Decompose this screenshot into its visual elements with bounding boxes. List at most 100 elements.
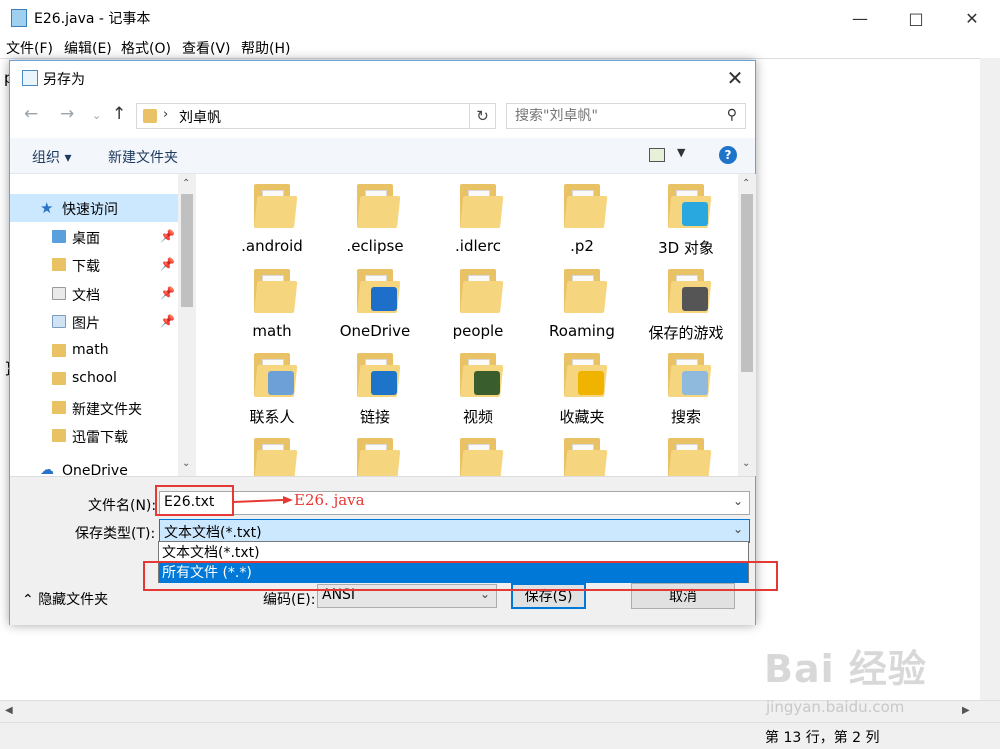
scroll-up-icon[interactable]: ⌃ — [182, 178, 190, 189]
folder-icon — [254, 438, 298, 476]
file-item-partial[interactable] — [222, 428, 322, 476]
file-item[interactable]: .android — [222, 174, 322, 260]
file-label: 视频 — [462, 408, 493, 426]
nav-item-pictures[interactable]: 图片 📌 — [10, 308, 178, 336]
file-item[interactable]: .p2 — [532, 174, 632, 260]
editor-vertical-scrollbar[interactable] — [980, 58, 1000, 700]
menu-help[interactable]: 帮助(H) — [241, 38, 290, 58]
file-item-partial[interactable] — [428, 428, 528, 476]
scroll-right-icon[interactable]: ▶ — [962, 705, 970, 716]
pin-icon[interactable]: 📌 — [160, 257, 175, 271]
nav-item-new-folder[interactable]: 新建文件夹 — [10, 394, 178, 422]
up-arrow-icon[interactable]: ↑ — [112, 104, 126, 124]
folder-icon — [254, 269, 298, 313]
menu-format[interactable]: 格式(O) — [121, 38, 171, 58]
close-window-button[interactable]: ✕ — [944, 0, 1000, 36]
nav-item-onedrive[interactable]: ☁ OneDrive — [10, 458, 178, 476]
scroll-up-icon[interactable]: ⌃ — [742, 178, 750, 189]
nav-pane-scrollbar[interactable]: ⌃ ⌄ — [178, 174, 196, 476]
file-item[interactable]: 链接 — [325, 343, 425, 429]
nav-item-desktop[interactable]: 桌面 📌 — [10, 223, 178, 251]
chevron-down-icon[interactable]: ⌄ — [733, 522, 743, 536]
chevron-up-icon: ⌃ — [22, 592, 34, 608]
onedrive-folder-icon — [357, 269, 401, 313]
search-input[interactable] — [507, 104, 717, 128]
minimize-button[interactable]: — — [832, 0, 888, 36]
scroll-left-icon[interactable]: ◀ — [5, 705, 13, 716]
file-item[interactable]: 视频 — [428, 343, 528, 429]
search-icon[interactable]: ⚲ — [727, 107, 737, 123]
file-item[interactable]: .idlerc — [428, 174, 528, 260]
file-item-partial[interactable] — [532, 428, 632, 476]
file-pane-scrollbar[interactable]: ⌃ ⌄ — [738, 174, 756, 476]
hide-folders-label: 隐藏文件夹 — [38, 592, 109, 608]
refresh-icon[interactable]: ↻ — [470, 103, 496, 129]
contacts-folder-icon — [254, 353, 298, 397]
baidu-watermark: Bai 经验 jingyan.baidu.com — [760, 638, 960, 723]
file-item[interactable]: 联系人 — [222, 343, 322, 429]
menu-edit[interactable]: 编辑(E) — [64, 38, 112, 58]
nav-item-downloads[interactable]: 下载 📌 — [10, 251, 178, 279]
save-type-value[interactable]: 文本文档(*.txt) — [164, 522, 262, 542]
file-item[interactable]: 收藏夹 — [532, 343, 632, 429]
file-label: Roaming — [549, 322, 615, 340]
nav-scroll-thumb[interactable] — [181, 194, 193, 307]
annotation-text: E26. java — [294, 491, 365, 509]
breadcrumb-chevron-icon[interactable]: › — [163, 107, 168, 122]
file-item[interactable]: 搜索 — [636, 343, 736, 429]
file-item[interactable]: OneDrive — [325, 259, 425, 345]
dialog-title: 另存为 — [43, 72, 85, 88]
status-line-col: 第 13 行，第 2 列 — [765, 730, 880, 746]
file-scroll-thumb[interactable] — [741, 194, 753, 372]
nav-item-label: 桌面 — [72, 231, 100, 247]
file-label: 链接 — [359, 408, 390, 426]
view-options-chevron-icon[interactable]: ▼ — [677, 146, 685, 159]
file-item[interactable]: math — [222, 259, 322, 345]
scroll-down-icon[interactable]: ⌄ — [182, 458, 190, 469]
help-icon[interactable]: ? — [719, 146, 737, 164]
file-item[interactable]: 保存的游戏 — [636, 259, 736, 345]
file-item-partial[interactable] — [636, 428, 736, 476]
forward-arrow-icon[interactable]: → — [60, 104, 74, 124]
file-item[interactable]: 3D 对象 — [636, 174, 736, 260]
save-type-option-txt[interactable]: 文本文档(*.txt) — [159, 543, 748, 563]
nav-item-math[interactable]: math — [10, 337, 178, 365]
folder-icon — [357, 438, 401, 476]
chevron-down-icon[interactable]: ⌄ — [733, 494, 743, 508]
folder-icon — [52, 372, 66, 385]
pin-icon[interactable]: 📌 — [160, 286, 175, 300]
scroll-down-icon[interactable]: ⌄ — [742, 458, 750, 469]
nav-item-school[interactable]: school — [10, 365, 178, 393]
file-item[interactable]: Roaming — [532, 259, 632, 345]
menu-view[interactable]: 查看(V) — [182, 38, 231, 58]
file-item[interactable]: .eclipse — [325, 174, 425, 260]
folder-icon — [668, 438, 712, 476]
file-label: math — [252, 322, 292, 340]
nav-item-xunlei[interactable]: 迅雷下载 — [10, 422, 178, 450]
save-type-select[interactable]: 文本文档(*.txt) ⌄ — [159, 519, 750, 543]
saved-games-folder-icon — [668, 269, 712, 313]
new-folder-button[interactable]: 新建文件夹 — [108, 147, 178, 167]
videos-folder-icon — [460, 353, 504, 397]
nav-item-documents[interactable]: 文档 📌 — [10, 280, 178, 308]
file-item-partial[interactable] — [325, 428, 425, 476]
hide-folders-toggle[interactable]: ⌃ 隐藏文件夹 — [22, 589, 108, 609]
recent-locations-chevron-icon[interactable]: ⌄ — [92, 109, 101, 122]
documents-icon — [52, 287, 66, 300]
back-arrow-icon[interactable]: ← — [24, 104, 38, 124]
pin-icon[interactable]: 📌 — [160, 314, 175, 328]
file-item[interactable]: people — [428, 259, 528, 345]
file-label: OneDrive — [339, 322, 411, 340]
change-view-icon[interactable] — [649, 148, 665, 162]
organize-button[interactable]: 组织 ▾ — [32, 147, 71, 167]
address-bar[interactable]: › 刘卓帆 — [136, 103, 470, 129]
dialog-close-button[interactable]: ✕ — [715, 61, 755, 94]
menu-file[interactable]: 文件(F) — [6, 38, 53, 58]
pin-icon[interactable]: 📌 — [160, 229, 175, 243]
maximize-button[interactable]: □ — [888, 0, 944, 36]
nav-item-label: 文档 — [72, 288, 100, 304]
search-box[interactable]: ⚲ — [506, 103, 746, 129]
filename-highlight-box — [155, 485, 234, 516]
breadcrumb-path[interactable]: 刘卓帆 — [179, 107, 221, 127]
nav-quick-access[interactable]: ★ 快速访问 — [10, 194, 178, 222]
